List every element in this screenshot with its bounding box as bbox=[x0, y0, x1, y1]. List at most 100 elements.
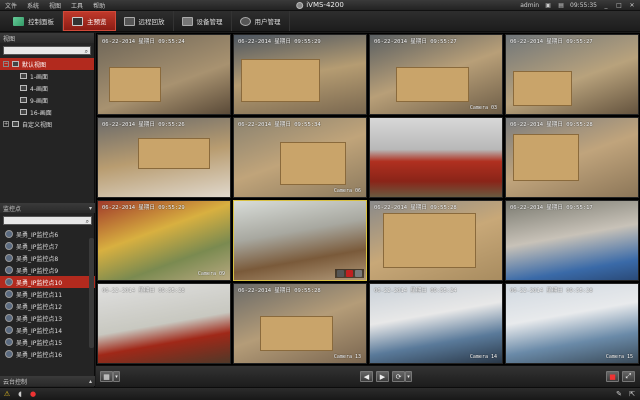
video-cell[interactable]: 06-22-2014 星期日 09:55:28 Camera 13 bbox=[233, 283, 367, 364]
camera-item[interactable]: 吴勇_IP监控点7 bbox=[0, 240, 95, 252]
cycle-dropdown-icon[interactable]: ▾ bbox=[405, 371, 412, 382]
prev-page-button[interactable]: ◀ bbox=[360, 371, 373, 382]
alarm-icon[interactable]: ⚠ bbox=[3, 390, 11, 398]
ptz-panel-header[interactable]: 云台控制 ▴ bbox=[0, 376, 95, 386]
view-panel-title: 视图 bbox=[3, 35, 16, 43]
search-icon[interactable]: ⌕ bbox=[86, 218, 89, 226]
tree-layout-1[interactable]: 1-画面 bbox=[0, 70, 94, 82]
clock-time: 09:55:35 bbox=[570, 1, 597, 9]
camera-item[interactable]: 吴勇_IP监控点16 bbox=[0, 348, 95, 360]
camera-icon bbox=[5, 326, 13, 334]
stop-all-button[interactable]: ■ bbox=[606, 371, 619, 382]
tab-device-management[interactable]: 设备管理 bbox=[174, 11, 232, 31]
video-camera-label: Camera 06 bbox=[333, 188, 361, 194]
tree-layout-9[interactable]: 9-画面 bbox=[0, 94, 94, 106]
tree-custom-view[interactable]: + 自定义视图 bbox=[0, 118, 94, 130]
tree-layout-16[interactable]: 16-画面 bbox=[0, 106, 94, 118]
video-cell-selected[interactable] bbox=[233, 200, 367, 281]
tab-main-view[interactable]: 主预览 bbox=[63, 11, 116, 31]
pin-icon[interactable]: ✎ bbox=[615, 390, 623, 398]
lock-icon[interactable]: ▣ bbox=[544, 2, 552, 9]
camera-icon bbox=[5, 338, 13, 346]
camera-item[interactable]: 吴勇_IP监控点6 bbox=[0, 228, 95, 240]
camera-item[interactable]: 吴勇_IP监控点11 bbox=[0, 288, 95, 300]
camera-label: 吴勇_IP监控点7 bbox=[16, 243, 59, 251]
video-osd-time: 06-22-2014 星期日 09:55:28 bbox=[374, 205, 457, 211]
camera-item[interactable]: 吴勇_IP监控点13 bbox=[0, 312, 95, 324]
video-camera-label: Camera 03 bbox=[469, 105, 497, 111]
minimize-button[interactable]: _ bbox=[602, 2, 610, 9]
view-search-input[interactable]: ⌕ bbox=[3, 46, 91, 55]
video-cell[interactable]: 06-22-2014 星期日 09:55:27 bbox=[505, 34, 639, 115]
video-cell[interactable]: 06-22-2014 星期日 09:55:28 Camera 15 bbox=[505, 283, 639, 364]
app-title: iVMS-4200 bbox=[296, 1, 344, 9]
preview-control-bar: ▦ ▾ ◀ ▶ ⟳ ▾ ■ ⤢ bbox=[96, 365, 640, 387]
tab-control-panel[interactable]: 控制面板 bbox=[5, 11, 63, 31]
camera-item[interactable]: 吴勇_IP监控点8 bbox=[0, 252, 95, 264]
menu-file[interactable]: 文件 bbox=[0, 1, 22, 10]
video-cell[interactable]: 06-22-2014 星期日 09:55:26 bbox=[97, 117, 231, 198]
camera-item[interactable]: 吴勇_IP监控点9 bbox=[0, 264, 95, 276]
video-cell[interactable]: 06-22-2014 星期日 09:55:29 bbox=[233, 34, 367, 115]
video-cell[interactable]: 06-22-2014 星期日 09:55:28 bbox=[369, 200, 503, 281]
video-osd-time: 06-22-2014 星期日 09:55:28 bbox=[510, 288, 593, 294]
layout-dropdown-icon[interactable]: ▾ bbox=[113, 371, 120, 382]
view-panel-header: 视图 bbox=[0, 33, 94, 43]
camera-item[interactable]: 吴勇_IP监控点14 bbox=[0, 324, 95, 336]
volume-icon[interactable]: ◖ bbox=[16, 390, 24, 398]
tree-default-view[interactable]: − 默认视图 bbox=[0, 58, 94, 70]
remote-playback-icon bbox=[123, 16, 135, 26]
video-cell[interactable]: 06-22-2014 星期日 09:55:24 bbox=[97, 34, 231, 115]
layout-icon bbox=[20, 109, 27, 115]
tab-label: 设备管理 bbox=[196, 18, 223, 26]
close-stream-icon[interactable] bbox=[355, 270, 362, 277]
video-cell[interactable]: 06-22-2014 星期日 09:55:34 Camera 06 bbox=[233, 117, 367, 198]
camera-panel-header: 监控点 ▾ bbox=[0, 203, 95, 213]
user-name: admin bbox=[520, 1, 540, 9]
menu-system[interactable]: 系统 bbox=[22, 1, 44, 10]
layout-select-button[interactable]: ▦ bbox=[100, 371, 113, 382]
event-icon[interactable]: ● bbox=[29, 390, 37, 398]
expand-icon[interactable]: + bbox=[3, 121, 9, 127]
search-icon[interactable]: ⌕ bbox=[85, 48, 88, 56]
camera-item[interactable]: 吴勇_IP监控点12 bbox=[0, 300, 95, 312]
screen-icon[interactable]: ▤ bbox=[557, 2, 565, 9]
record-icon[interactable] bbox=[346, 270, 353, 277]
camera-label: 吴勇_IP监控点9 bbox=[16, 267, 59, 275]
video-camera-label: Camera 15 bbox=[605, 354, 633, 360]
collapse-icon[interactable]: − bbox=[3, 61, 9, 67]
fullscreen-button[interactable]: ⤢ bbox=[622, 371, 635, 382]
tree-layout-4[interactable]: 4-画面 bbox=[0, 82, 94, 94]
expand-icon[interactable]: ⇱ bbox=[628, 390, 636, 398]
camera-search-input[interactable]: ⌕ bbox=[3, 216, 92, 225]
menu-help[interactable]: 帮助 bbox=[88, 1, 110, 10]
video-cell[interactable]: 06-22-2014 星期日 09:55:28 bbox=[97, 283, 231, 364]
tab-user-management[interactable]: 用户管理 bbox=[232, 11, 290, 31]
camera-icon bbox=[5, 350, 13, 358]
camera-list-scrollbar[interactable] bbox=[89, 238, 94, 348]
tab-label: 主预览 bbox=[87, 18, 107, 26]
capture-icon[interactable] bbox=[337, 270, 344, 277]
menu-view[interactable]: 视图 bbox=[44, 1, 66, 10]
control-panel-icon bbox=[13, 16, 24, 26]
video-cell[interactable]: 06-22-2014 星期日 09:55:17 bbox=[505, 200, 639, 281]
video-cell[interactable]: 06-22-2014 星期日 09:55:27 Camera 03 bbox=[369, 34, 503, 115]
expand-arrow-icon[interactable]: ▴ bbox=[89, 378, 92, 385]
camera-item-selected[interactable]: 吴勇_IP监控点10 bbox=[0, 276, 95, 288]
video-cell[interactable]: 06-22-2014 星期日 09:55:28 bbox=[505, 117, 639, 198]
camera-item[interactable]: 吴勇_IP监控点15 bbox=[0, 336, 95, 348]
camera-label: 吴勇_IP监控点10 bbox=[16, 279, 63, 287]
next-page-button[interactable]: ▶ bbox=[376, 371, 389, 382]
app-title-text: iVMS-4200 bbox=[306, 1, 344, 9]
video-cell[interactable]: 06-22-2014 星期日 09:55:24 Camera 14 bbox=[369, 283, 503, 364]
tab-remote-playback[interactable]: 远程回放 bbox=[116, 11, 174, 31]
close-button[interactable]: ✕ bbox=[628, 2, 636, 9]
video-cell[interactable]: 06-22-2014 星期日 09:55:29 Camera 09 bbox=[97, 200, 231, 281]
collapse-arrow-icon[interactable]: ▾ bbox=[89, 205, 92, 212]
maximize-button[interactable]: □ bbox=[615, 2, 623, 9]
menu-tools[interactable]: 工具 bbox=[66, 1, 88, 10]
video-cell[interactable] bbox=[369, 117, 503, 198]
video-camera-label: Camera 13 bbox=[333, 354, 361, 360]
camera-icon bbox=[5, 266, 13, 274]
cycle-button[interactable]: ⟳ bbox=[392, 371, 405, 382]
